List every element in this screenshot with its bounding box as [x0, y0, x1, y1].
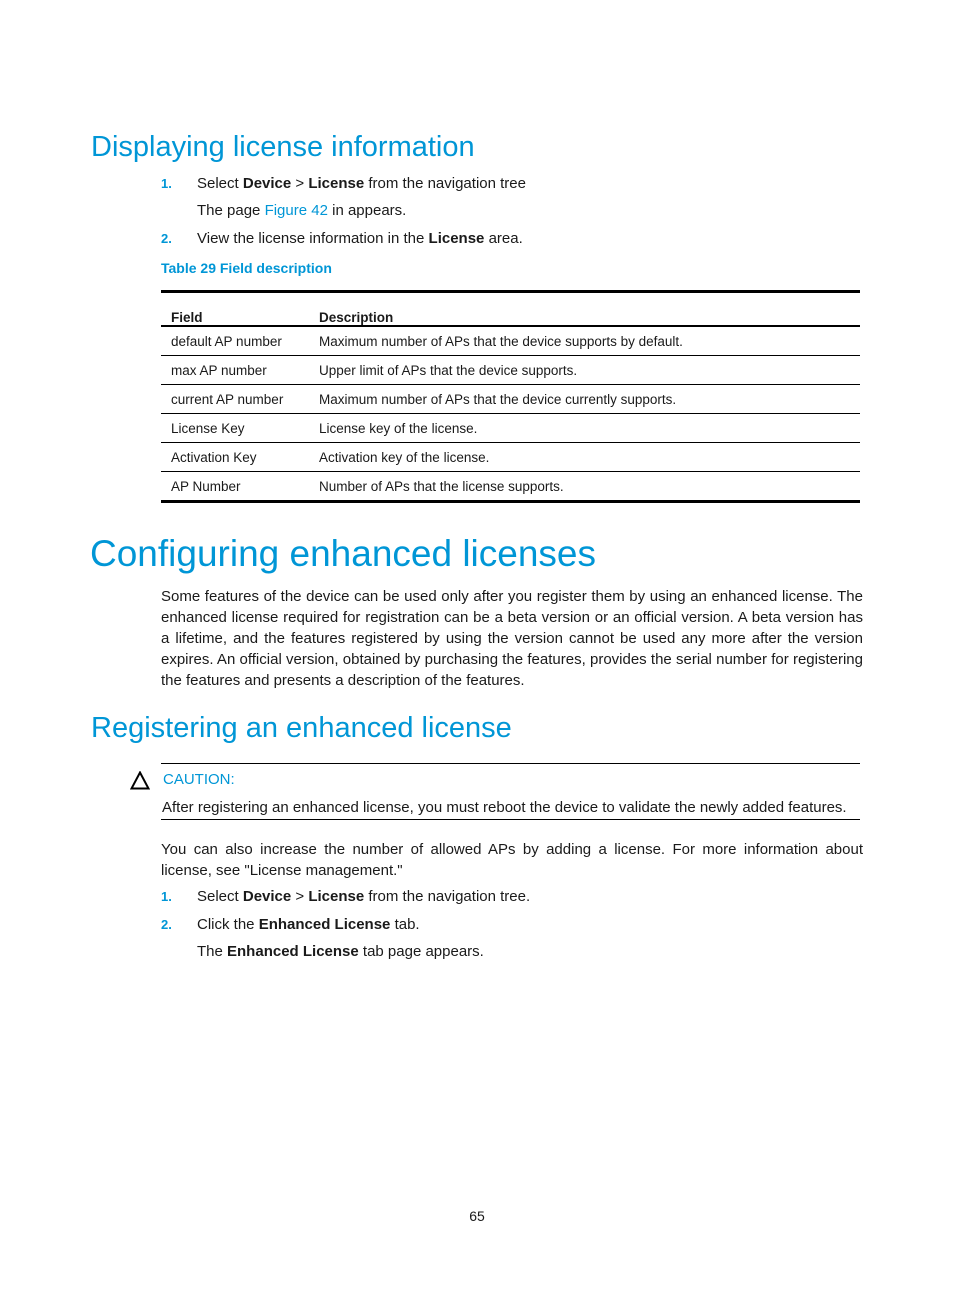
cell-description: Upper limit of APs that the device suppo…: [309, 355, 860, 385]
table-row: current AP number Maximum number of APs …: [161, 384, 860, 414]
warning-triangle-icon: [130, 771, 150, 790]
figure-link[interactable]: Figure 42: [265, 202, 328, 219]
step-text: Select Device > License from the navigat…: [197, 887, 530, 907]
step-number: 2.: [161, 231, 172, 246]
table-row: default AP number Maximum number of APs …: [161, 326, 860, 356]
text: >: [291, 888, 309, 905]
cell-field: max AP number: [161, 355, 309, 385]
cell-field: License Key: [161, 413, 309, 443]
step-number: 1.: [161, 176, 172, 191]
text: area.: [484, 230, 523, 247]
step-text: View the license information in the Lice…: [197, 229, 523, 249]
cell-description: Activation key of the license.: [309, 442, 860, 472]
ui-term-device: Device: [242, 175, 292, 192]
text: from the navigation tree: [364, 175, 526, 192]
chapter-heading: Configuring enhanced licenses: [90, 533, 597, 574]
ui-term-license: License: [428, 230, 485, 247]
section-heading-displaying-license: Displaying license information: [91, 131, 475, 163]
step-number: 2.: [161, 917, 172, 932]
cell-field: default AP number: [161, 326, 309, 356]
page-number: 65: [469, 1208, 485, 1224]
ui-term-license: License: [308, 888, 365, 905]
table-row: License Key License key of the license.: [161, 413, 860, 443]
text: >: [291, 175, 309, 192]
cell-field: Activation Key: [161, 442, 309, 472]
field-description-table: Field Description default AP number Maxi…: [161, 290, 860, 503]
table-row: AP Number Number of APs that the license…: [161, 471, 860, 503]
text: Select: [197, 175, 243, 192]
text: The: [197, 943, 228, 960]
cell-field: current AP number: [161, 384, 309, 414]
caution-label: CAUTION:: [163, 771, 235, 788]
cell-description: Number of APs that the license supports.: [309, 471, 860, 503]
caution-bottom-rule: [161, 819, 860, 820]
chapter-intro-paragraph: Some features of the device can be used …: [161, 588, 863, 689]
column-header-field: Field: [161, 290, 309, 327]
text: View the license information in the: [197, 230, 429, 247]
text: Click the: [197, 916, 259, 933]
step-text: Click the Enhanced License tab.: [197, 915, 420, 935]
ui-term-enhanced-license: Enhanced License: [258, 916, 391, 933]
step-2-result: The Enhanced License tab page appears.: [197, 942, 484, 962]
table-caption: Table 29 Field description: [161, 260, 332, 276]
step-text: Select Device > License from the navigat…: [197, 174, 526, 194]
cell-field: AP Number: [161, 471, 309, 503]
section-heading-registering-license: Registering an enhanced license: [91, 712, 512, 744]
text: The page: [197, 202, 265, 219]
step-number: 1.: [161, 889, 172, 904]
cell-description: Maximum number of APs that the device su…: [309, 326, 860, 356]
cell-description: License key of the license.: [309, 413, 860, 443]
step-1-result: The page Figure 42 in appears.: [197, 201, 406, 221]
table-row: Activation Key Activation key of the lic…: [161, 442, 860, 472]
ui-term-license: License: [308, 175, 365, 192]
text: tab page appears.: [358, 943, 484, 960]
table-header-row: Field Description: [161, 290, 860, 327]
text: in appears.: [327, 202, 407, 219]
text: from the navigation tree.: [364, 888, 531, 905]
ui-term-enhanced-license: Enhanced License: [227, 943, 359, 960]
caution-top-rule: [161, 763, 860, 764]
section2-paragraph: You can also increase the number of allo…: [161, 841, 863, 879]
column-header-description: Description: [309, 290, 860, 327]
text: Select: [197, 888, 243, 905]
cell-description: Maximum number of APs that the device cu…: [309, 384, 860, 414]
ui-term-device: Device: [242, 888, 292, 905]
table-row: max AP number Upper limit of APs that th…: [161, 355, 860, 385]
caution-text: After registering an enhanced license, y…: [162, 799, 847, 816]
text: tab.: [390, 916, 420, 933]
